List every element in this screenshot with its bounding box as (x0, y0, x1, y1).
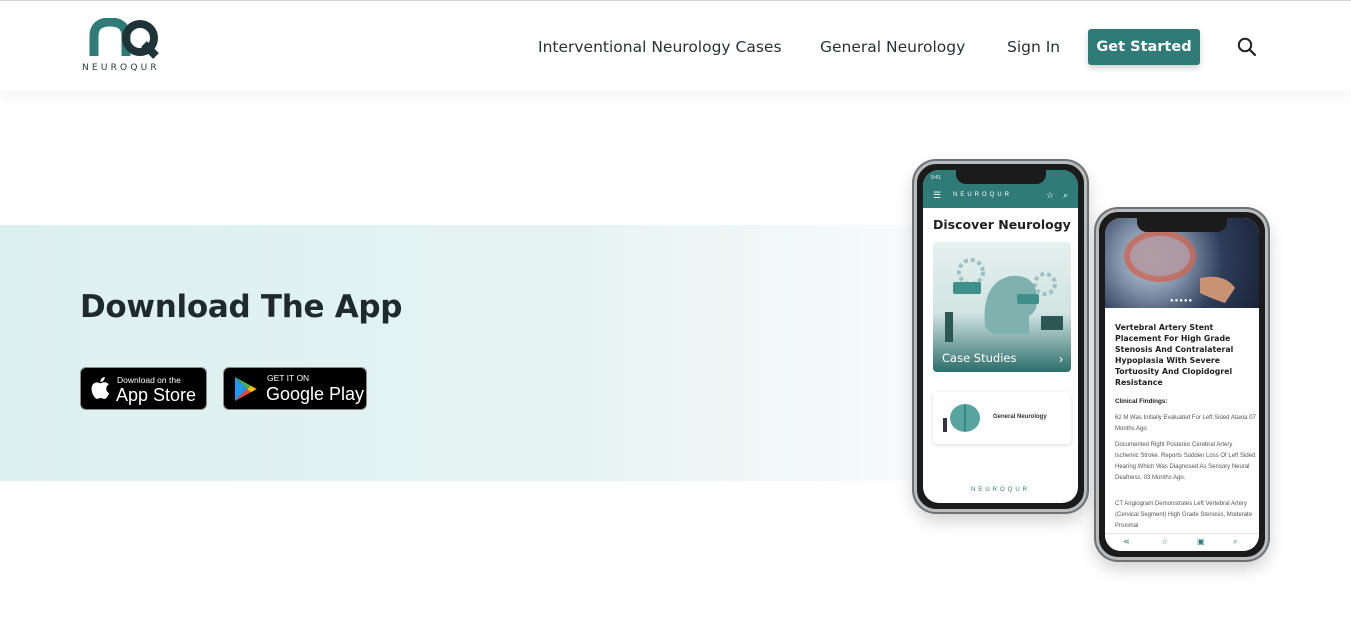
phone-right-screen: ●●●●● Vertebral Artery Stent Placement F… (1105, 218, 1259, 551)
brand-logo[interactable]: NEUROQUR (80, 18, 172, 76)
nav-sign-in[interactable]: Sign In (1007, 38, 1060, 56)
app-store-small-text: Download on the (117, 375, 181, 385)
finding-paragraph: CT Angiogram Demonstrates Left Vertebral… (1115, 501, 1253, 529)
phone-mockup-right: ●●●●● Vertebral Artery Stent Placement F… (1096, 209, 1268, 560)
case-studies-illustration (945, 258, 1063, 342)
nav-general-neurology[interactable]: General Neurology (820, 38, 965, 56)
case-studies-label: Case Studies (942, 351, 1017, 365)
discover-heading: Discover Neurology (933, 217, 1071, 232)
chevron-right-icon: › (1059, 352, 1063, 366)
google-play-button[interactable]: GET IT ON Google Play (223, 367, 367, 410)
carousel-dots: ●●●●● (1170, 298, 1194, 304)
general-neurology-label: General Neurology (993, 414, 1047, 420)
finding-paragraph: 62 M Was Initially Evaluated For Left Si… (1115, 415, 1256, 432)
case-studies-card: Case Studies › (933, 242, 1071, 372)
share-icon: ⋖ (1123, 537, 1130, 546)
menu-icon: ☰ (933, 190, 942, 200)
article-bottom-bar: ⋖ ☆ ▣ ⌕ (1105, 533, 1259, 551)
search-icon: ⌕ (1062, 190, 1068, 200)
app-store-button[interactable]: Download on the App Store (80, 367, 207, 410)
app-footer-brand: NEUROQUR (970, 487, 1030, 493)
site-header: NEUROQUR Interventional Neurology Cases … (0, 0, 1351, 91)
get-started-button[interactable]: Get Started (1088, 29, 1200, 65)
logo-mark-icon (89, 18, 159, 59)
app-brand: NEUROQUR (953, 192, 1013, 198)
phone-notch (955, 170, 1046, 184)
app-store-big-text: App Store (116, 385, 197, 405)
google-play-icon (233, 376, 259, 407)
google-play-small-text: GET IT ON (267, 373, 310, 383)
general-neurology-card: General Neurology (933, 392, 1071, 444)
search-icon[interactable] (1236, 36, 1258, 58)
nav-interventional-neurology-cases[interactable]: Interventional Neurology Cases (538, 38, 782, 56)
image-icon: ▣ (1197, 537, 1205, 546)
star-icon: ☆ (1161, 537, 1169, 546)
download-band (0, 225, 1040, 481)
apple-icon (90, 376, 110, 405)
status-time: 9:41 (931, 175, 941, 181)
article-title: Vertebral Artery Stent Placement For Hig… (1115, 323, 1234, 387)
brain-illustration-icon (943, 404, 980, 432)
phone-left-screen: 9:41 ☰ NEUROQUR ☆ ⌕ Discover Neurology C… (923, 170, 1078, 503)
clinical-findings-heading: Clinical Findings: (1115, 398, 1168, 405)
download-heading: Download The App (80, 289, 403, 325)
finding-paragraph: Documented Right Posterior Cerebral Arte… (1115, 442, 1256, 481)
search-icon: ⌕ (1233, 537, 1238, 546)
star-icon: ☆ (1045, 190, 1054, 200)
phone-notch (1137, 218, 1227, 232)
logo-wordmark: NEUROQUR (82, 63, 160, 73)
google-play-big-text: Google Play (266, 384, 365, 404)
phone-mockup-left: 9:41 ☰ NEUROQUR ☆ ⌕ Discover Neurology C… (914, 161, 1087, 512)
